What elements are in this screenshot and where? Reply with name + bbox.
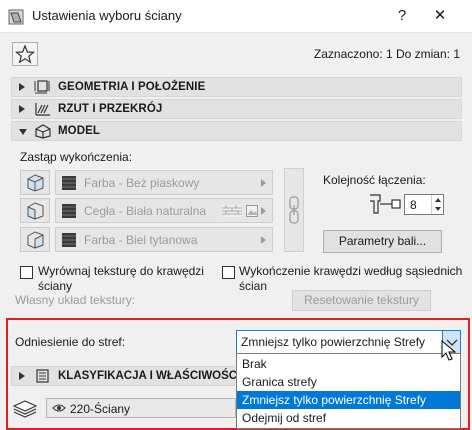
section-geometry[interactable]: GEOMETRIA I POŁOŻENIE (11, 77, 462, 97)
image-icon (246, 205, 258, 217)
material-pattern-icon (62, 233, 76, 247)
material-pattern-icon (62, 176, 76, 190)
section-classification[interactable]: KLASYFIKACJA I WŁAŚCIWOŚCI (11, 366, 240, 386)
surface-side-button-3[interactable] (20, 227, 50, 252)
material-name-3: Farba - Biel tytanowa (84, 233, 198, 247)
eye-icon (52, 404, 66, 412)
join-order-icon (366, 193, 402, 215)
surface-side-button-1[interactable] (20, 170, 50, 195)
expand-arrow-icon (19, 83, 25, 91)
join-order-value: 8 (410, 198, 417, 212)
zone-relation-label: Odniesienie do stref: (15, 335, 126, 349)
zone-option-boundary[interactable]: Granica strefy (237, 373, 460, 391)
section-classification-label: KLASYFIKACJA I WŁAŚCIWOŚCI (58, 370, 241, 382)
section-model[interactable]: MODEL (11, 121, 462, 141)
layer-select[interactable]: 220-Ściany (46, 398, 236, 418)
collapse-arrow-icon (19, 129, 27, 135)
app-icon (8, 9, 24, 25)
section-model-label: MODEL (58, 125, 101, 137)
chain-link-button[interactable] (284, 168, 304, 252)
align-texture-label: Wyrównaj teksturę do krawędzi ściany (38, 264, 204, 293)
window-title: Ustawienia wyboru ściany (32, 8, 182, 23)
stepper-arrows[interactable] (431, 195, 443, 214)
material-field-3[interactable]: Farba - Biel tytanowa (55, 227, 273, 252)
plan-section-icon (35, 103, 50, 116)
material-pattern-icon (62, 204, 76, 218)
favorites-button[interactable] (12, 42, 38, 66)
layer-value: 220-Ściany (70, 402, 131, 416)
zone-relation-value: Zmniejsz tylko powierzchnię Strefy (241, 335, 426, 349)
override-finishes-label: Zastąp wykończenia: (20, 150, 133, 164)
zone-option-reduce-area[interactable]: Zmniejsz tylko powierzchnię Strefy (237, 391, 460, 409)
zone-relation-dropdown-list: Brak Granica strefy Zmniejsz tylko powie… (236, 353, 461, 429)
chevron-right-icon (261, 207, 266, 215)
material-name-2: Cegła - Biała naturalna (84, 204, 207, 218)
align-texture-checkbox[interactable] (20, 266, 33, 279)
join-order-stepper[interactable]: 8 (404, 194, 444, 215)
spin-arrows-icon (435, 198, 441, 211)
material-field-2[interactable]: Cegła - Biała naturalna (55, 198, 273, 223)
layers-icon (12, 398, 38, 418)
log-parameters-button[interactable]: Parametry bali... (323, 230, 442, 253)
chain-link-icon (289, 196, 299, 224)
classification-icon (36, 369, 49, 383)
section-geometry-label: GEOMETRIA I POŁOŻENIE (58, 81, 206, 93)
mouse-cursor-icon (441, 339, 457, 362)
reset-texture-button[interactable]: Resetowanie tekstury (292, 290, 431, 311)
join-order-label: Kolejność łączenia: (323, 173, 426, 187)
surface-side-button-2[interactable] (20, 198, 50, 223)
material-name-1: Farba - Beż piaskowy (84, 176, 200, 190)
help-button[interactable]: ? (392, 6, 412, 26)
star-icon (14, 44, 36, 64)
custom-texture-label: Własny układ tekstury: (15, 293, 136, 307)
section-plan-label: RZUT I PRZEKRÓJ (58, 103, 163, 115)
chevron-right-icon (261, 236, 266, 244)
box-face-icon (27, 174, 44, 192)
geometry-icon (34, 80, 50, 94)
material-field-1[interactable]: Farba - Beż piaskowy (55, 170, 273, 195)
model-icon (35, 124, 51, 139)
box-face-icon (27, 231, 44, 249)
zone-relation-select[interactable]: Zmniejsz tylko powierzchnię Strefy (236, 330, 461, 354)
selection-count: Zaznaczono: 1 Do zmian: 1 (313, 47, 460, 61)
box-face-icon (27, 202, 44, 220)
close-button[interactable]: ✕ (430, 6, 450, 26)
section-plan[interactable]: RZUT I PRZEKRÓJ (11, 99, 462, 119)
chevron-right-icon (261, 179, 266, 187)
zone-option-none[interactable]: Brak (237, 355, 460, 373)
edge-finish-checkbox[interactable] (222, 266, 235, 279)
zone-option-subtract[interactable]: Odejmij od stref (237, 409, 460, 427)
expand-arrow-icon (19, 105, 25, 113)
brick-pattern-icon (222, 205, 242, 217)
expand-arrow-icon (19, 372, 25, 380)
